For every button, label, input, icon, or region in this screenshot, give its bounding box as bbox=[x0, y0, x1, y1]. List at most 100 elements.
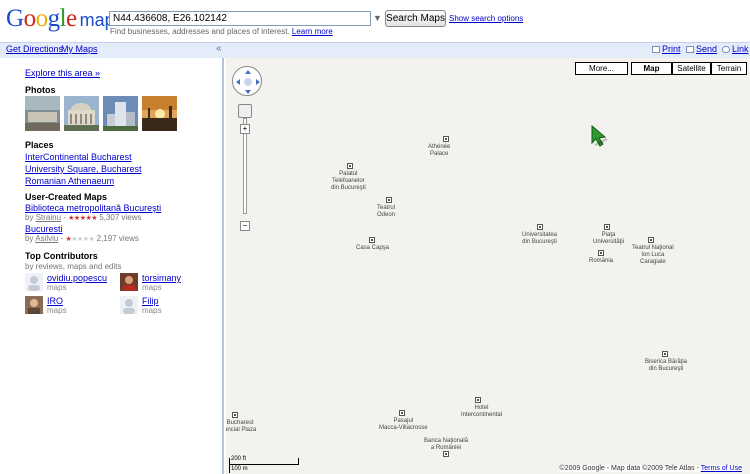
print-label: Print bbox=[662, 44, 681, 54]
send-label: Send bbox=[696, 44, 718, 54]
print-button[interactable]: Print bbox=[652, 44, 681, 54]
scale-bar-line bbox=[229, 464, 299, 465]
contributor-sub: maps bbox=[142, 283, 162, 292]
poi-marker-icon[interactable] bbox=[399, 410, 405, 416]
avatar[interactable] bbox=[25, 273, 43, 291]
user-map-meta: by Strainu - ★★★★★ 5,307 views bbox=[25, 213, 142, 222]
poi-label[interactable]: Casa Capşa bbox=[356, 245, 389, 252]
contributor-link[interactable]: IRO bbox=[47, 296, 63, 306]
poi-marker-icon[interactable] bbox=[648, 237, 654, 243]
poi-marker-icon[interactable] bbox=[604, 224, 610, 230]
poi-marker-icon[interactable] bbox=[662, 351, 668, 357]
poi-marker-icon[interactable] bbox=[443, 136, 449, 142]
link-label: Link bbox=[732, 44, 749, 54]
photo-thumbnail[interactable] bbox=[142, 96, 177, 131]
photo-thumbnail[interactable] bbox=[64, 96, 99, 131]
search-history-dropdown-icon[interactable]: ▼ bbox=[372, 12, 383, 25]
poi-marker-icon[interactable] bbox=[537, 224, 543, 230]
poi-label[interactable]: Universitatea din Bucureşti bbox=[522, 232, 557, 246]
place-link[interactable]: Romanian Athenaeum bbox=[25, 176, 114, 186]
user-created-maps-heading: User-Created Maps bbox=[25, 192, 108, 202]
avatar[interactable] bbox=[25, 296, 43, 314]
poi-marker-icon[interactable] bbox=[386, 197, 392, 203]
scale-meters: 100 m bbox=[231, 466, 248, 472]
map-canvas[interactable]: More... Map Satellite Terrain + − Athéné… bbox=[226, 58, 750, 474]
contributors-subtitle: by reviews, maps and edits bbox=[25, 262, 122, 271]
search-hint-text: Find businesses, addresses and places of… bbox=[110, 27, 290, 36]
link-button[interactable]: Link bbox=[722, 44, 749, 54]
poi-marker-icon[interactable] bbox=[369, 237, 375, 243]
side-panel: Explore this area » Photos Places InterC… bbox=[0, 58, 224, 474]
poi-marker-icon[interactable] bbox=[232, 412, 238, 418]
copyright-text: ©2009 Google - Map data ©2009 Tele Atlas… bbox=[559, 465, 699, 472]
printer-icon bbox=[652, 46, 660, 53]
google-maps-logo[interactable]: Google maps bbox=[6, 6, 124, 33]
location-marker[interactable] bbox=[588, 124, 610, 148]
search-maps-button[interactable]: Search Maps bbox=[385, 10, 446, 27]
avatar[interactable] bbox=[120, 296, 138, 314]
zoom-in-button[interactable]: + bbox=[240, 124, 250, 134]
poi-label[interactable]: Teatrul Odeon bbox=[377, 205, 395, 219]
show-search-options-link[interactable]: Show search options bbox=[449, 14, 523, 23]
avatar[interactable] bbox=[120, 273, 138, 291]
top-contributors-heading: Top Contributors bbox=[25, 251, 98, 261]
palace-photo-icon bbox=[25, 96, 60, 131]
scale-bar-tick bbox=[298, 458, 299, 464]
zoom-out-button[interactable]: − bbox=[240, 221, 250, 231]
default-avatar-icon bbox=[25, 273, 43, 291]
poi-label[interactable]: Piaţa Universităţii bbox=[593, 232, 624, 246]
contributor-link[interactable]: Filip bbox=[142, 296, 159, 306]
terms-of-use-link[interactable]: Terms of Use bbox=[701, 465, 742, 472]
poi-marker-icon[interactable] bbox=[598, 250, 604, 256]
map-type-more-button[interactable]: More... bbox=[575, 62, 628, 75]
contributor-link[interactable]: torsimany bbox=[142, 273, 181, 283]
photo-thumbnail[interactable] bbox=[25, 96, 60, 131]
sunset-photo-icon bbox=[142, 96, 177, 131]
map-type-map-button[interactable]: Map bbox=[631, 62, 672, 75]
place-link[interactable]: University Square, Bucharest bbox=[25, 164, 142, 174]
get-directions-link[interactable]: Get Directions bbox=[6, 44, 63, 54]
scale-bar-tick bbox=[229, 458, 230, 473]
contributor-link[interactable]: ovidiu.popescu bbox=[47, 273, 107, 283]
poi-label[interactable]: Romănia bbox=[589, 258, 613, 265]
user-photo-avatar-icon bbox=[25, 296, 43, 314]
user-map-link[interactable]: Biblioteca metropolitană Bucureşti bbox=[25, 203, 161, 213]
places-heading: Places bbox=[25, 140, 54, 150]
poi-marker-icon[interactable] bbox=[475, 397, 481, 403]
pan-control[interactable] bbox=[232, 66, 262, 96]
search-hint: Find businesses, addresses and places of… bbox=[110, 27, 333, 36]
poi-label[interactable]: Pasajul Macca-Villacrosse bbox=[379, 418, 428, 432]
explore-area-link[interactable]: Explore this area » bbox=[25, 68, 100, 78]
map-type-satellite-button[interactable]: Satellite bbox=[672, 62, 711, 75]
map-type-terrain-button[interactable]: Terrain bbox=[711, 62, 747, 75]
search-input[interactable] bbox=[109, 11, 371, 26]
poi-label[interactable]: Bucharest ancial Plaza bbox=[226, 420, 256, 434]
learn-more-link[interactable]: Learn more bbox=[292, 27, 333, 36]
poi-label[interactable]: Teatrul Naţional Ion Luca Caragiale bbox=[632, 245, 674, 266]
by-label: by bbox=[25, 234, 34, 243]
pan-arrows-icon bbox=[236, 70, 260, 94]
poi-label[interactable]: Biserica Bărăţia din Bucureşti bbox=[645, 359, 687, 373]
zoom-control[interactable]: + − bbox=[238, 102, 252, 234]
green-arrow-marker-icon bbox=[591, 124, 608, 147]
tower-photo-icon bbox=[103, 96, 138, 131]
photo-thumbnail[interactable] bbox=[103, 96, 138, 131]
zoom-handle-icon[interactable] bbox=[238, 104, 252, 118]
place-link[interactable]: InterContinental Bucharest bbox=[25, 152, 132, 162]
poi-marker-icon[interactable] bbox=[347, 163, 353, 169]
photos-heading: Photos bbox=[25, 85, 56, 95]
my-maps-link[interactable]: My Maps bbox=[61, 44, 98, 54]
poi-label[interactable]: Hotel Intercontinental bbox=[461, 405, 502, 419]
collapse-panel-icon[interactable]: « bbox=[216, 43, 222, 54]
send-button[interactable]: Send bbox=[686, 44, 717, 54]
poi-label[interactable]: Palatul Telefoanelor din Bucureşti bbox=[331, 171, 366, 192]
chain-link-icon bbox=[722, 46, 730, 53]
contributor-sub: maps bbox=[47, 283, 67, 292]
poi-label[interactable]: Banca Naţională a României bbox=[424, 438, 468, 452]
poi-label[interactable]: Athénée Palace bbox=[428, 144, 450, 158]
nav-bar: Get Directions My Maps « Print Send Link bbox=[0, 42, 750, 58]
author-link[interactable]: Asilviu bbox=[35, 234, 58, 243]
user-map-link[interactable]: Bucuresti bbox=[25, 224, 63, 234]
author-link[interactable]: Strainu bbox=[36, 213, 61, 222]
contributor-sub: maps bbox=[142, 306, 162, 315]
